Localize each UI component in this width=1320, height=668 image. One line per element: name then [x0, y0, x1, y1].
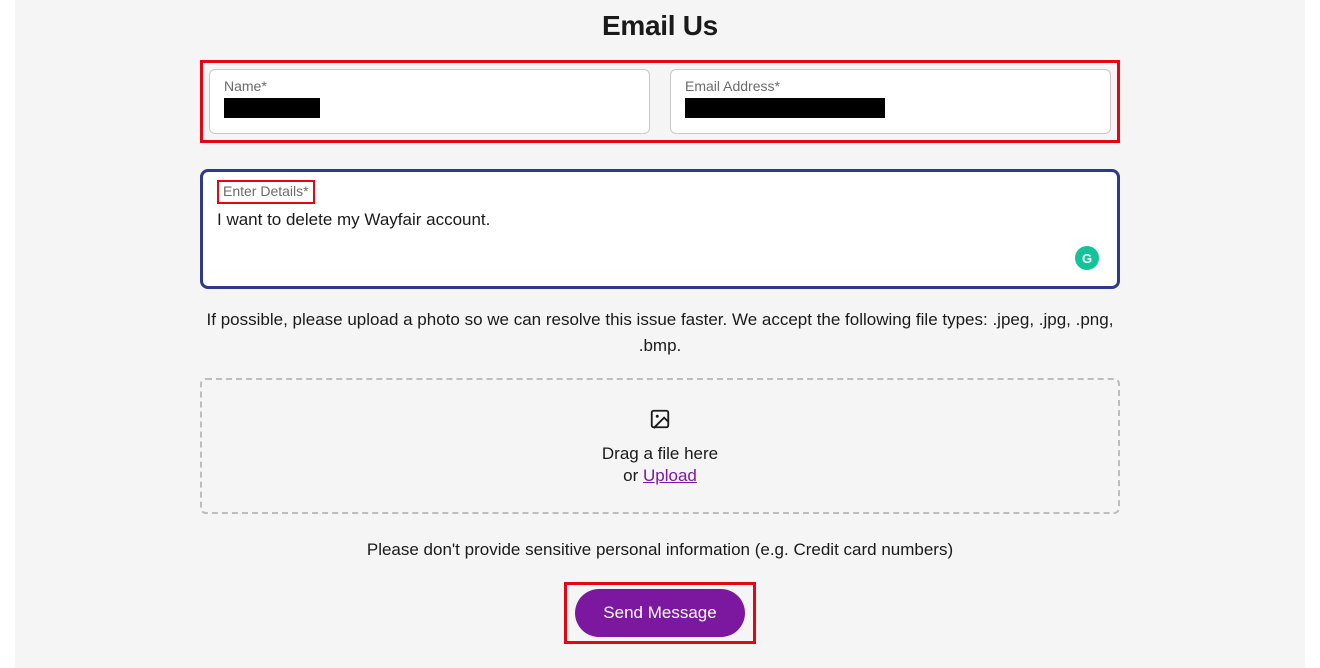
name-email-highlight-box: Name* Email Address*: [200, 60, 1120, 143]
sensitive-info-warning: Please don't provide sensitive personal …: [200, 540, 1120, 560]
details-label-highlight-box: Enter Details*: [217, 180, 315, 204]
name-label: Name*: [224, 78, 635, 94]
page-title: Email Us: [200, 10, 1120, 42]
details-field[interactable]: Enter Details* I want to delete my Wayfa…: [200, 169, 1120, 289]
send-message-button[interactable]: Send Message: [575, 589, 744, 637]
image-icon: [212, 408, 1108, 436]
or-upload-line: or Upload: [212, 466, 1108, 486]
email-value-redacted: [685, 98, 885, 118]
email-label: Email Address*: [685, 78, 1096, 94]
file-dropzone[interactable]: Drag a file here or Upload: [200, 378, 1120, 514]
upload-link[interactable]: Upload: [643, 466, 697, 485]
grammarly-icon[interactable]: G: [1075, 246, 1099, 270]
upload-helper-text: If possible, please upload a photo so we…: [200, 307, 1120, 360]
details-textarea[interactable]: I want to delete my Wayfair account.: [217, 208, 1103, 232]
or-text: or: [623, 466, 643, 485]
name-value-redacted: [224, 98, 320, 118]
name-field[interactable]: Name*: [209, 69, 650, 134]
drag-file-text: Drag a file here: [212, 444, 1108, 464]
send-button-highlight-box: Send Message: [564, 582, 755, 644]
email-us-form: Email Us Name* Email Address* Enter Deta…: [200, 0, 1120, 644]
email-field[interactable]: Email Address*: [670, 69, 1111, 134]
details-label: Enter Details*: [223, 183, 309, 199]
